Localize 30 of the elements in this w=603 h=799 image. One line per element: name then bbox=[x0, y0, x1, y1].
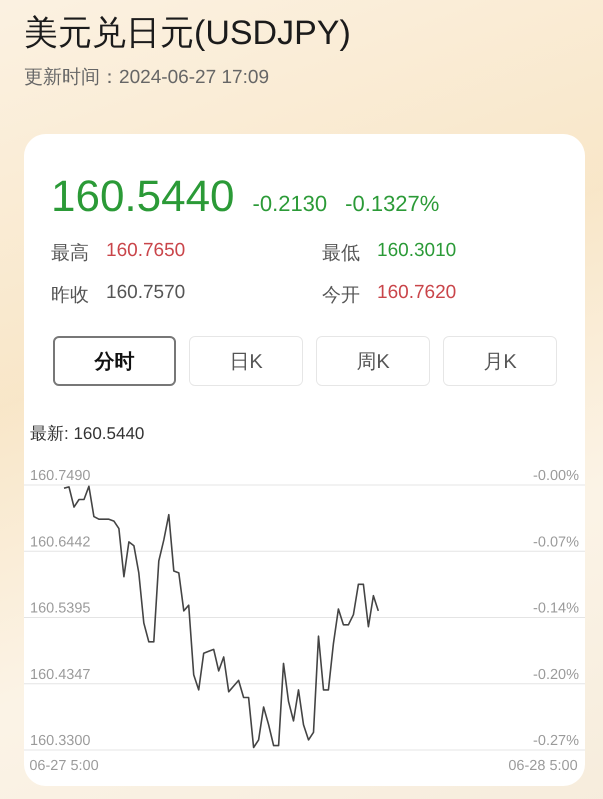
x-axis-label: 06-28 5:00 bbox=[508, 758, 578, 774]
current-price: 160.5440 bbox=[51, 172, 235, 222]
stat-label: 今开 bbox=[322, 284, 360, 308]
y-axis-label: 160.7490 bbox=[30, 468, 90, 484]
stat-value: 160.3010 bbox=[377, 240, 456, 263]
x-axis-label: 06-27 5:00 bbox=[29, 758, 99, 774]
y-axis-label: 160.5395 bbox=[30, 600, 90, 616]
stat-label: 最高 bbox=[51, 242, 89, 266]
chart-tab[interactable]: 分时 bbox=[53, 336, 176, 386]
stat-value: 160.7650 bbox=[106, 240, 186, 263]
stat-label: 最低 bbox=[322, 242, 360, 266]
stat-label: 昨收 bbox=[51, 284, 89, 308]
page-title: 美元兑日元(USDJPY) bbox=[24, 13, 352, 54]
latest-price: 最新: 160.5440 bbox=[30, 423, 146, 445]
percent-axis-label: -0.07% bbox=[533, 534, 579, 550]
chart-tab[interactable]: 日K bbox=[189, 336, 303, 386]
y-axis-label: 160.6442 bbox=[30, 534, 90, 550]
percent-axis-label: -0.20% bbox=[533, 666, 579, 683]
price-change: -0.2130 bbox=[252, 191, 328, 217]
update-time: 更新时间：2024-06-27 17:09 bbox=[24, 66, 270, 90]
stat-value: 160.7620 bbox=[377, 282, 456, 305]
chart-tab[interactable]: 月K bbox=[443, 336, 557, 386]
chart-tab[interactable]: 周K bbox=[316, 336, 430, 386]
percent-axis-label: -0.00% bbox=[533, 468, 579, 484]
y-axis-label: 160.3300 bbox=[30, 733, 90, 749]
y-axis-label: 160.4347 bbox=[30, 666, 90, 683]
percent-change: -0.1327% bbox=[345, 191, 440, 217]
percent-axis-label: -0.27% bbox=[533, 733, 579, 749]
stat-value: 160.7570 bbox=[106, 282, 186, 305]
percent-axis-label: -0.14% bbox=[533, 600, 579, 616]
